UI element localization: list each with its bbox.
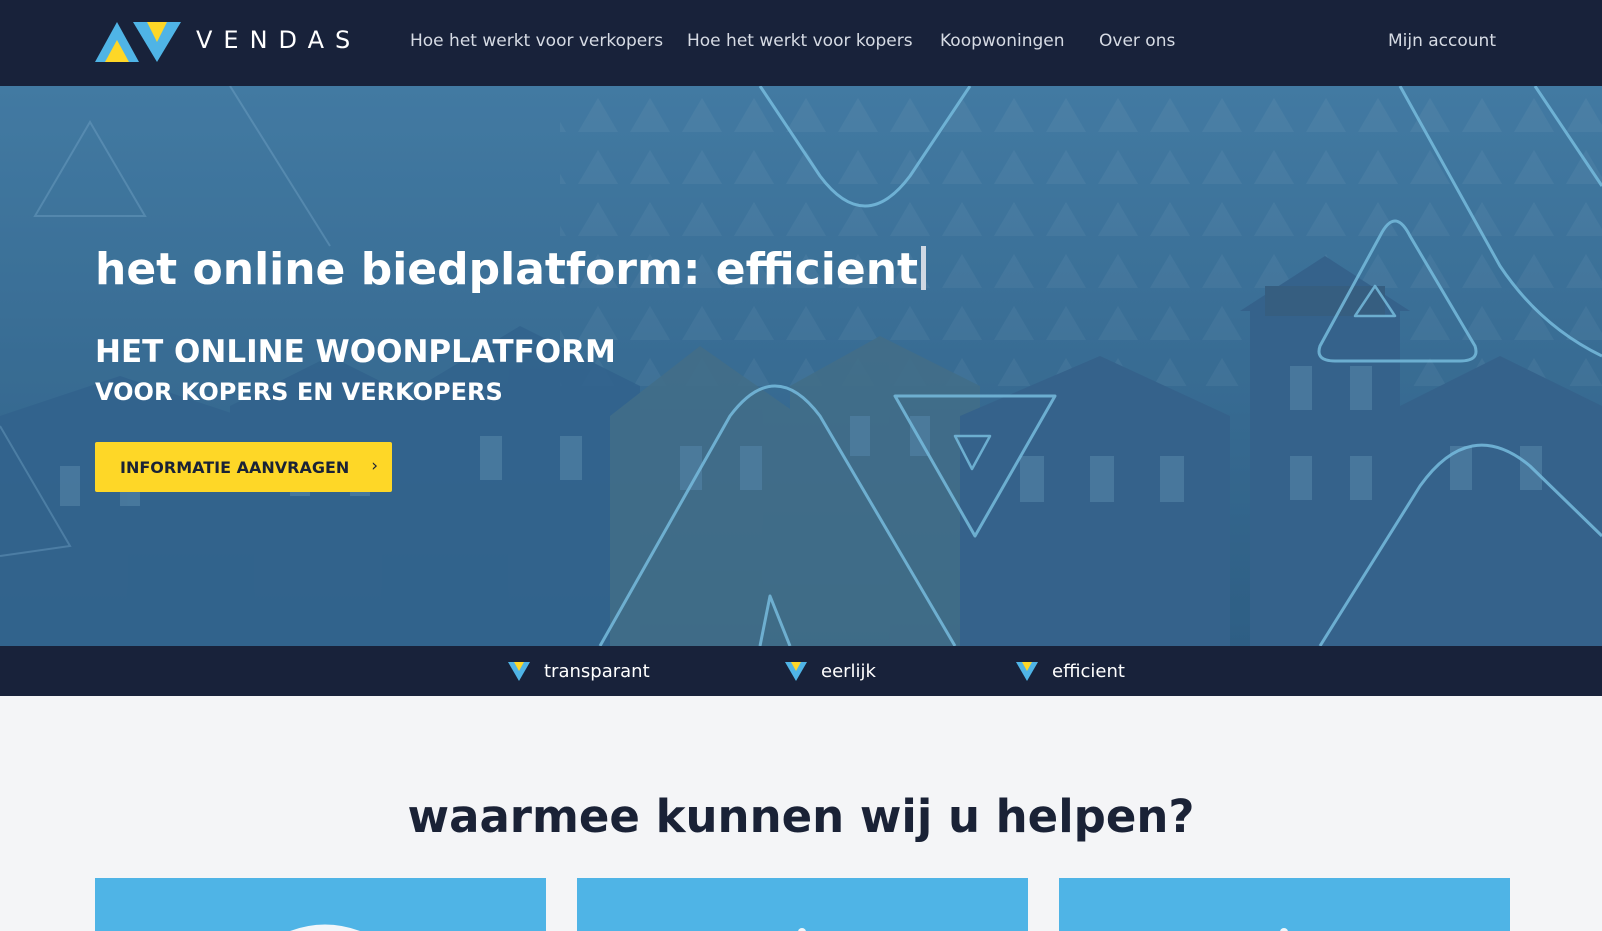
nav-link-kopers[interactable]: Hoe het werkt voor kopers <box>687 31 913 51</box>
vendas-v-icon <box>785 662 807 681</box>
top-navigation-bar: VENDAS Hoe het werkt voor verkopers Hoe … <box>0 0 1602 86</box>
vendas-v-icon <box>508 662 530 681</box>
nav-link-verkopers[interactable]: Hoe het werkt voor verkopers <box>410 31 663 51</box>
service-card-homes[interactable] <box>1059 878 1510 931</box>
help-section-title: waarmee kunnen wij u helpen? <box>407 790 1195 843</box>
usp-item-efficient: efficient <box>1016 646 1125 696</box>
service-card-illustration-icon <box>798 928 806 931</box>
vendas-logo-icon[interactable] <box>95 20 181 62</box>
request-information-button[interactable]: INFORMATIE AANVRAGEN › <box>95 442 392 492</box>
usp-label: transparant <box>544 660 650 682</box>
vendas-v-icon <box>1016 662 1038 681</box>
service-card-buyers[interactable] <box>577 878 1028 931</box>
service-card-illustration-icon <box>1280 928 1288 931</box>
brand-name[interactable]: VENDAS <box>196 26 361 54</box>
my-account-link[interactable]: Mijn account <box>1388 31 1496 51</box>
service-card-sellers[interactable] <box>95 878 546 931</box>
nav-link-over-ons[interactable]: Over ons <box>1099 31 1175 51</box>
hero-title: het online biedplatform: efficient <box>95 244 927 295</box>
hero-subtitle-line1: HET ONLINE WOONPLATFORM <box>95 334 616 370</box>
service-card-illustration-icon <box>290 924 360 931</box>
usp-label: efficient <box>1052 660 1125 682</box>
nav-link-koopwoningen[interactable]: Koopwoningen <box>940 31 1065 51</box>
usp-label: eerlijk <box>821 660 876 682</box>
usp-item-transparant: transparant <box>508 646 650 696</box>
usp-strip: transparant eerlijk efficient <box>0 646 1602 696</box>
usp-item-eerlijk: eerlijk <box>785 646 876 696</box>
hero-subtitle-line2: VOOR KOPERS EN VERKOPERS <box>95 378 503 406</box>
chevron-right-icon: › <box>371 456 378 476</box>
typing-cursor <box>921 246 927 290</box>
request-information-label: INFORMATIE AANVRAGEN <box>120 457 350 477</box>
hero-banner: het online biedplatform: efficient HET O… <box>0 86 1602 646</box>
hero-title-text: het online biedplatform: efficient <box>95 244 919 295</box>
